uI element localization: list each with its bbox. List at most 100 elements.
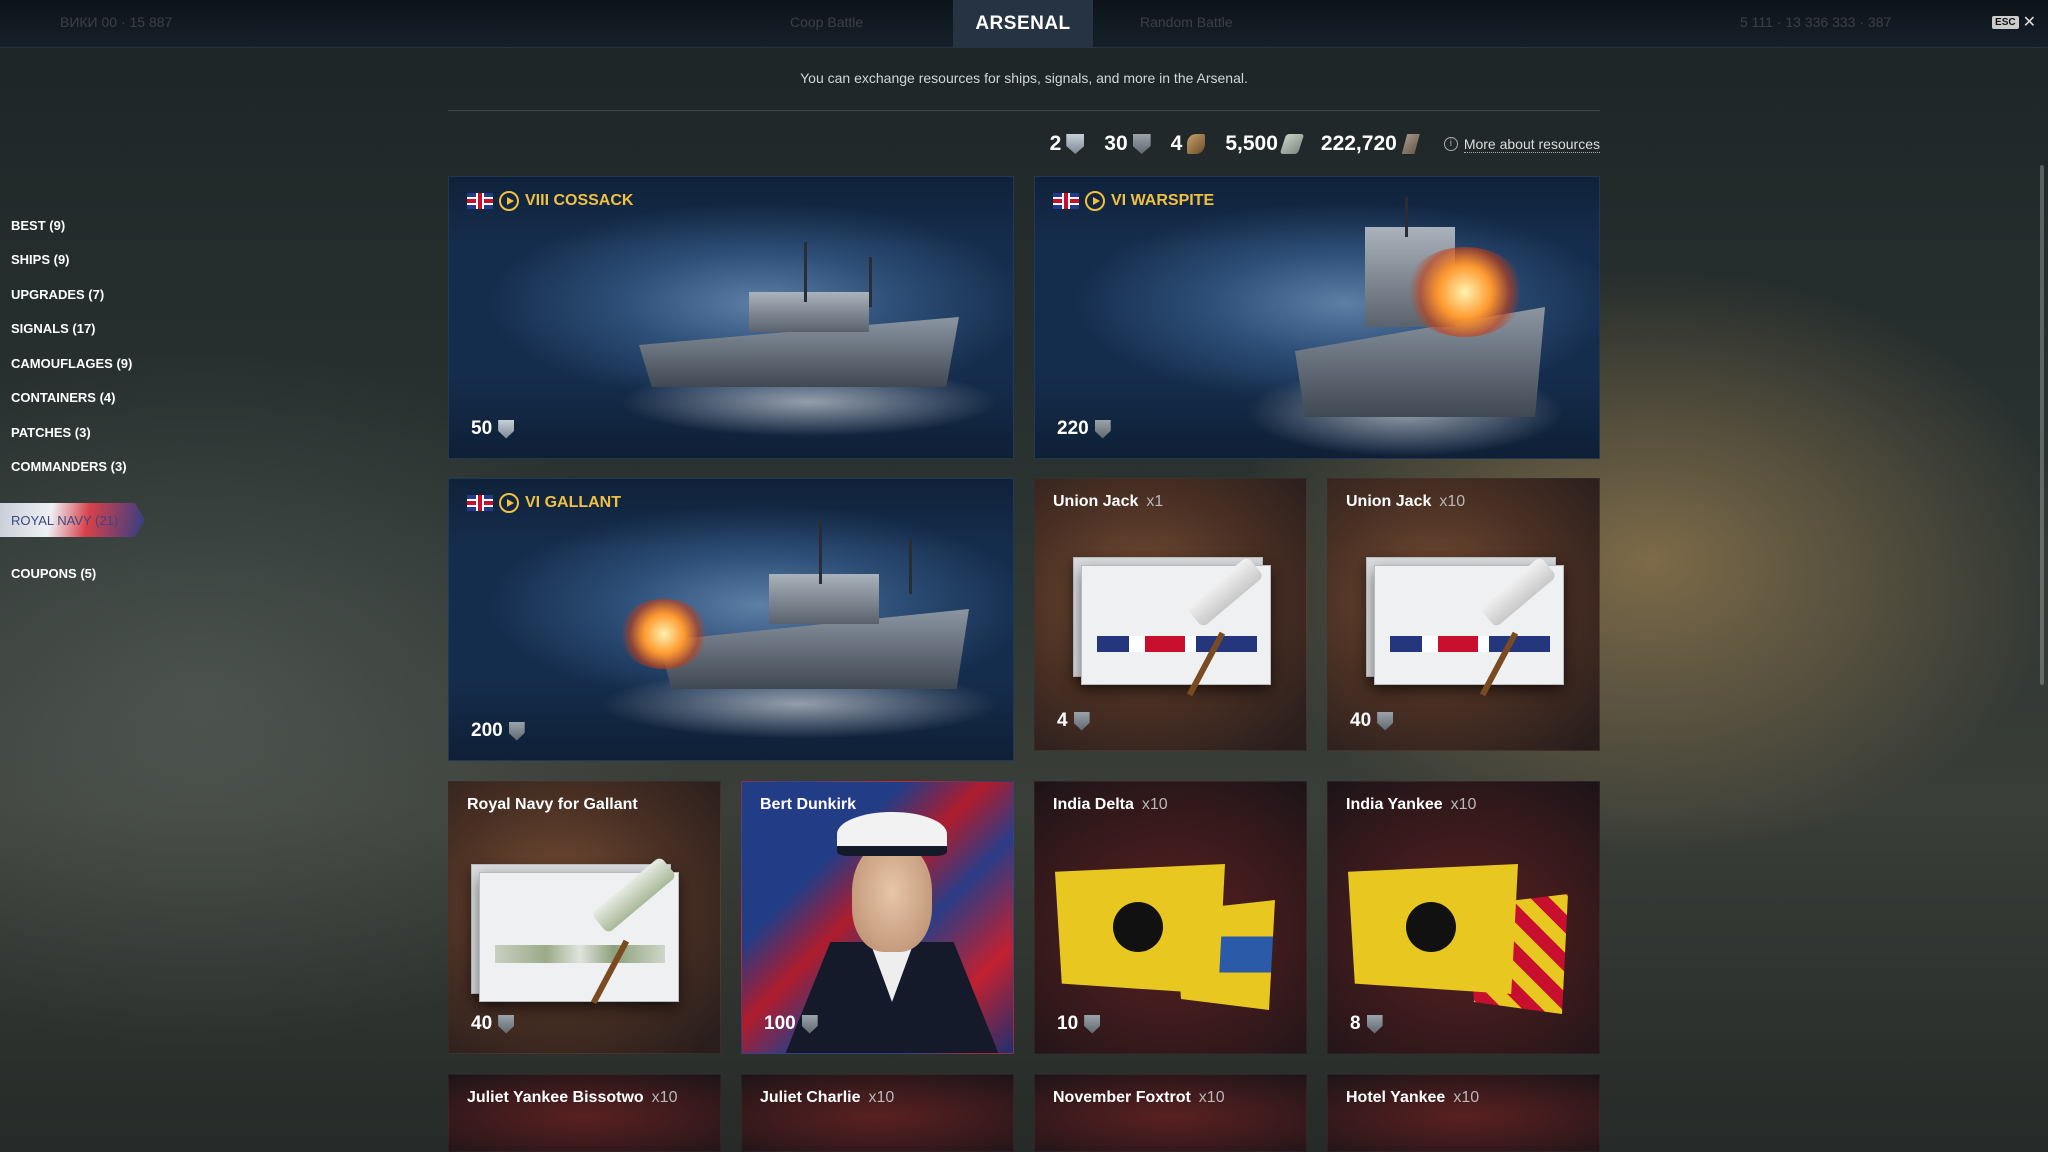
card-camo-royal-navy-gallant[interactable]: Royal Navy for Gallant 40 — [448, 781, 721, 1054]
item-title: Hotel Yankee x10 — [1346, 1089, 1479, 1107]
card-signal-juliet-charlie[interactable]: Juliet Charlie x10 — [741, 1074, 1014, 1152]
card-ship-cossack[interactable]: VIII COSSACK 50 — [448, 176, 1014, 459]
price-value: 40 — [1350, 710, 1372, 731]
info-icon: i — [1443, 137, 1458, 151]
resource-coal: 30 — [1104, 132, 1151, 156]
esc-key-label: ESC — [1992, 15, 2019, 29]
ship-title: VI WARSPITE — [1053, 191, 1214, 211]
sidebar-item-coupons[interactable]: COUPONS (5) — [0, 556, 160, 591]
card-camo-union-jack-x10[interactable]: Union Jack x10 40 — [1327, 478, 1600, 751]
scrollbar[interactable] — [2040, 165, 2044, 685]
sidebar-item-upgrades[interactable]: UPGRADES (7) — [0, 277, 160, 312]
player-info-ghost: ВИКИ 00 · 15 887 — [60, 14, 173, 30]
price-tag: 40 — [1350, 710, 1394, 732]
sidebar-item-best[interactable]: BEST (9) — [0, 208, 160, 243]
item-title: Bert Dunkirk — [760, 796, 856, 814]
price-tag: 100 — [764, 1013, 818, 1035]
item-name: India Yankee — [1346, 796, 1443, 813]
more-about-resources-link[interactable]: i More about resources — [1443, 136, 1600, 153]
ship-image — [599, 519, 999, 739]
item-title: Juliet Charlie x10 — [760, 1089, 894, 1107]
ship-name: VI WARSPITE — [1111, 192, 1215, 209]
tab-arsenal[interactable]: ARSENAL — [953, 0, 1093, 47]
coal-icon — [1366, 1014, 1383, 1034]
coal-icon — [1094, 419, 1111, 439]
ship-image — [619, 237, 999, 437]
price-tag: 8 — [1350, 1013, 1383, 1035]
card-signal-hotel-yankee[interactable]: Hotel Yankee x10 — [1327, 1074, 1600, 1152]
item-name: Juliet Yankee Bissotwo — [467, 1089, 644, 1106]
item-name: Hotel Yankee — [1346, 1089, 1446, 1106]
uk-flag-icon — [1053, 193, 1079, 209]
card-signal-india-delta[interactable]: India Delta x10 10 — [1034, 781, 1307, 1054]
item-quantity: x10 — [1450, 796, 1477, 813]
card-signal-november-foxtrot[interactable]: November Foxtrot x10 — [1034, 1074, 1307, 1152]
close-button[interactable]: ESC ✕ — [1992, 12, 2036, 32]
resource-steel: 2 — [1050, 132, 1085, 156]
item-quantity: x10 — [651, 1089, 678, 1106]
price-value: 100 — [764, 1013, 796, 1034]
item-title: India Delta x10 — [1053, 796, 1168, 814]
item-quantity: x10 — [1453, 1089, 1480, 1106]
destroyer-class-icon — [499, 493, 519, 513]
resource-research: 4 — [1171, 132, 1206, 156]
destroyer-class-icon — [499, 191, 519, 211]
top-bar: ВИКИ 00 · 15 887 Coop Battle ARSENAL Ran… — [0, 0, 2048, 48]
steel-icon — [498, 419, 515, 439]
sidebar-item-containers[interactable]: CONTAINERS (4) — [0, 381, 160, 416]
item-title: Royal Navy for Gallant — [467, 796, 638, 814]
item-quantity: x10 — [1141, 796, 1168, 813]
card-ship-warspite[interactable]: VI WARSPITE 220 — [1034, 176, 1600, 459]
price-tag: 220 — [1057, 418, 1111, 440]
price-value: 200 — [471, 720, 503, 741]
sidebar-item-ships[interactable]: SHIPS (9) — [0, 243, 160, 278]
coal-icon — [508, 721, 525, 741]
item-title: India Yankee x10 — [1346, 796, 1476, 814]
divider — [448, 110, 1600, 111]
price-value: 4 — [1057, 710, 1068, 731]
sidebar-item-camouflages[interactable]: CAMOUFLAGES (9) — [0, 346, 160, 381]
category-sidebar: BEST (9) SHIPS (9) UPGRADES (7) SIGNALS … — [0, 208, 160, 591]
card-signal-india-yankee[interactable]: India Yankee x10 8 — [1327, 781, 1600, 1054]
coal-icon — [1132, 134, 1151, 154]
item-name: Juliet Charlie — [760, 1089, 861, 1106]
sidebar-item-signals[interactable]: SIGNALS (17) — [0, 312, 160, 347]
card-signal-juliet-yankee-bissotwo[interactable]: Juliet Yankee Bissotwo x10 — [448, 1074, 721, 1152]
resource-bar: 2 30 4 5,500 222,720 i More about resour… — [1050, 130, 1600, 158]
item-quantity: x10 — [868, 1089, 895, 1106]
uk-flag-icon — [467, 193, 493, 209]
price-value: 220 — [1057, 418, 1089, 439]
card-commander-bert-dunkirk[interactable]: Bert Dunkirk 100 — [741, 781, 1014, 1054]
uk-flag-icon — [467, 495, 493, 511]
resource-value: 4 — [1170, 132, 1183, 155]
free-xp-icon — [1401, 134, 1420, 154]
item-quantity: x1 — [1146, 493, 1164, 510]
sidebar-item-royal-navy[interactable]: ROYAL NAVY (21) — [0, 503, 145, 537]
price-tag: 40 — [471, 1013, 515, 1035]
price-value: 40 — [471, 1013, 493, 1034]
price-tag: 200 — [471, 720, 525, 742]
price-value: 10 — [1057, 1013, 1079, 1034]
research-bureau-icon — [1187, 134, 1206, 154]
item-quantity: x10 — [1198, 1089, 1225, 1106]
price-tag: 50 — [471, 418, 515, 440]
card-camo-union-jack-x1[interactable]: Union Jack x1 4 — [1034, 478, 1307, 751]
item-name: Royal Navy for Gallant — [467, 796, 638, 813]
sidebar-item-patches[interactable]: PATCHES (3) — [0, 415, 160, 450]
mode-coop-ghost: Coop Battle — [790, 14, 864, 30]
mode-random-ghost: Random Battle — [1140, 14, 1233, 30]
item-title: November Foxtrot x10 — [1053, 1089, 1225, 1107]
item-name: Union Jack — [1346, 493, 1432, 510]
sidebar-item-commanders[interactable]: COMMANDERS (3) — [0, 450, 160, 485]
item-quantity: x10 — [1439, 493, 1466, 510]
more-about-resources-label[interactable]: More about resources — [1463, 136, 1600, 153]
resource-value: 5,500 — [1225, 132, 1278, 155]
coal-icon — [1084, 1014, 1101, 1034]
arsenal-subtitle: You can exchange resources for ships, si… — [800, 70, 1248, 86]
close-icon[interactable]: ✕ — [2023, 12, 2036, 32]
resource-free-xp: 222,720 — [1321, 132, 1420, 156]
card-ship-gallant[interactable]: VI GALLANT 200 — [448, 478, 1014, 761]
coal-icon — [1073, 711, 1090, 731]
item-name: Union Jack — [1053, 493, 1139, 510]
